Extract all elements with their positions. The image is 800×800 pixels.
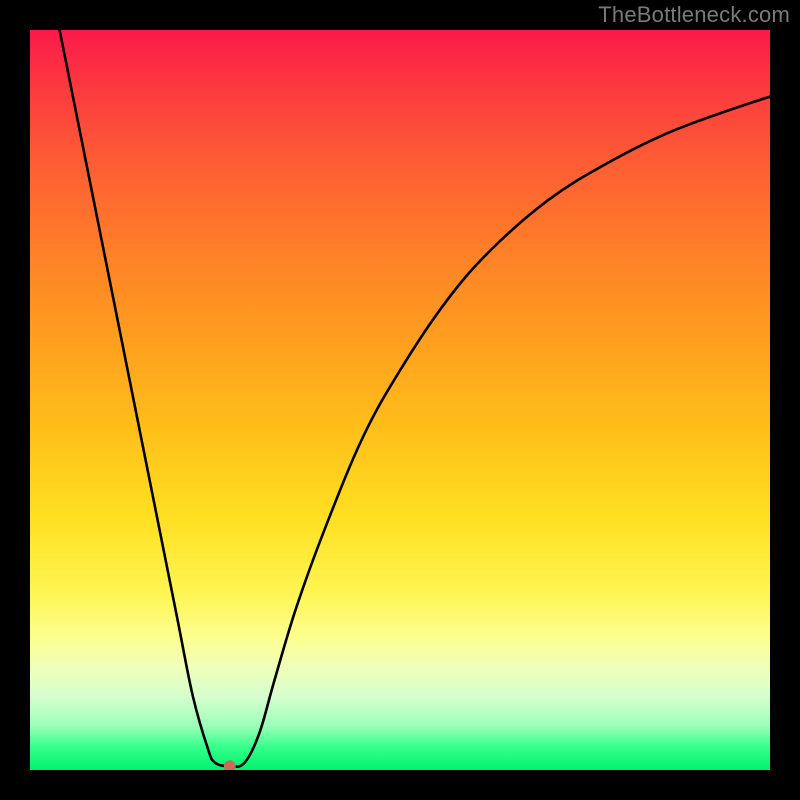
curve-layer [30,30,770,770]
minimum-marker [224,760,236,770]
chart-frame: TheBottleneck.com [0,0,800,800]
plot-area [30,30,770,770]
bottleneck-curve-path [60,30,770,767]
watermark-text: TheBottleneck.com [598,2,790,28]
